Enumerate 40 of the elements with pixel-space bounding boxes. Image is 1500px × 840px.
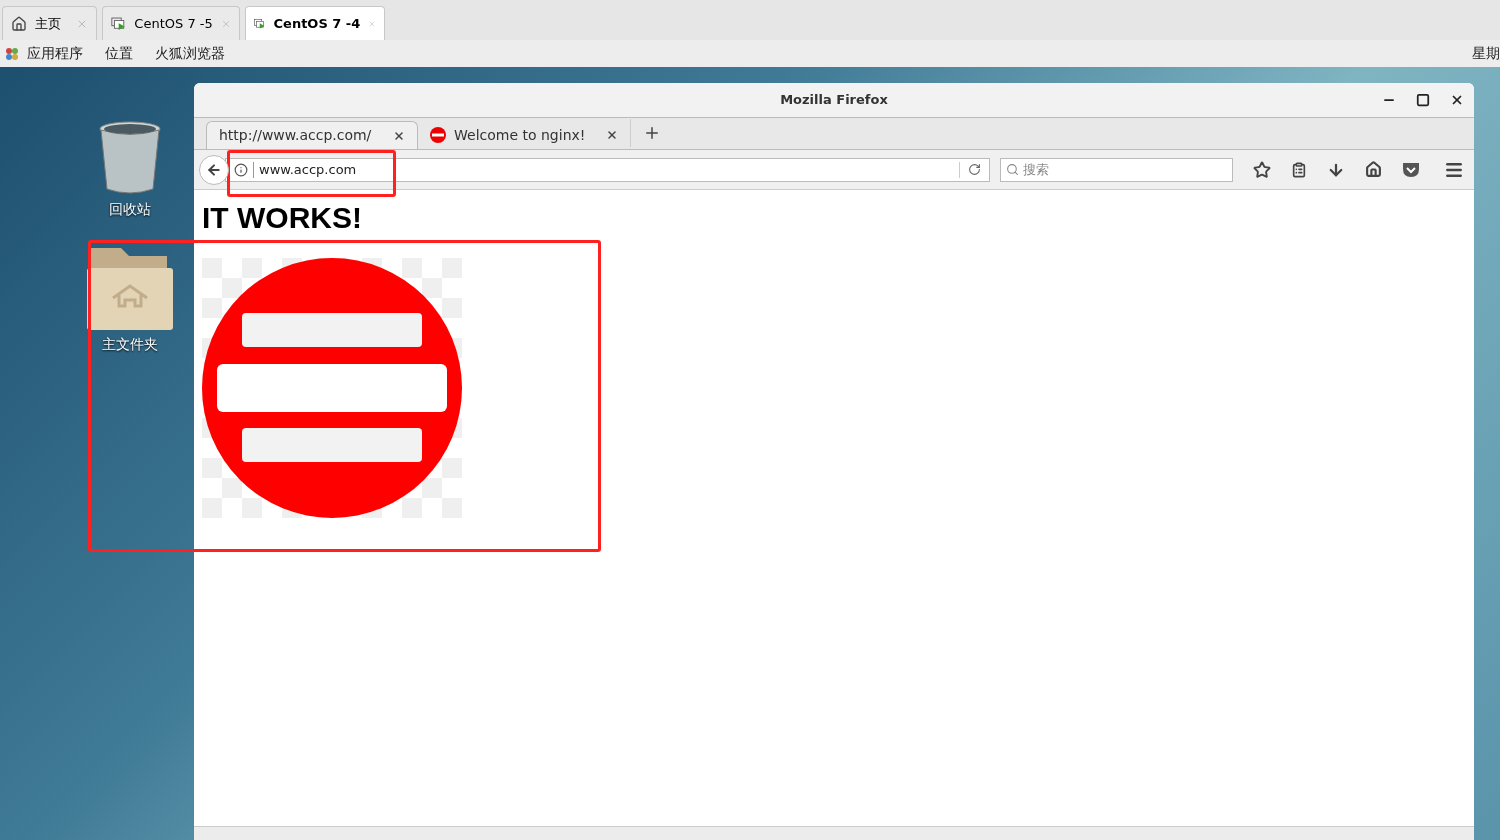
apps-icon: [5, 46, 19, 61]
window-title: Mozilla Firefox: [780, 91, 888, 110]
tab-label: http://www.accp.com/: [219, 126, 372, 145]
url-text: www.accp.com: [259, 160, 357, 179]
tab-label: CentOS 7 -5: [134, 14, 213, 33]
close-icon[interactable]: [1450, 93, 1464, 107]
shield-icon[interactable]: [1402, 161, 1420, 178]
desktop-icon-label: 主文件夹: [102, 335, 158, 354]
close-tab-icon[interactable]: [393, 129, 405, 142]
search-input[interactable]: 搜索: [1023, 159, 1227, 180]
address-field[interactable]: www.accp.com: [225, 157, 990, 182]
reload-icon[interactable]: [968, 163, 981, 176]
vm-tab[interactable]: CentOS 7 -5: [102, 6, 240, 40]
clock: 星期: [1472, 44, 1500, 63]
tab-label: CentOS 7 -4: [273, 14, 361, 33]
page-heading: IT WORKS!: [202, 202, 363, 234]
vm-tab[interactable]: CentOS 7 -4: [245, 6, 385, 40]
bookmark-star-icon[interactable]: [1253, 160, 1271, 179]
home-icon: [11, 15, 27, 32]
vm-icon: [111, 15, 127, 32]
home-folder-icon[interactable]: [87, 246, 173, 330]
browser-tab[interactable]: Welcome to nginx!: [418, 121, 630, 149]
menu-item[interactable]: 位置: [105, 43, 133, 64]
tab-label: 主页: [35, 14, 61, 33]
tab-label: Welcome to nginx!: [454, 125, 586, 145]
close-tab-icon[interactable]: [606, 129, 618, 141]
desktop-icon-label: 回收站: [109, 200, 151, 219]
maximize-icon[interactable]: [1416, 93, 1430, 107]
new-tab-icon[interactable]: [643, 124, 661, 142]
search-field[interactable]: 搜索: [1000, 157, 1233, 182]
menu-item[interactable]: 应用程序: [27, 43, 83, 64]
home-icon[interactable]: [1365, 161, 1382, 178]
info-icon[interactable]: [234, 162, 248, 177]
vm-tab[interactable]: 主页: [2, 6, 97, 40]
clipboard-icon[interactable]: [1291, 161, 1307, 178]
search-icon: [1006, 163, 1019, 176]
back-button[interactable]: [199, 154, 229, 185]
trash-icon[interactable]: [98, 121, 162, 195]
menu-item[interactable]: 火狐浏览器: [155, 43, 225, 64]
browser-tab[interactable]: http://www.accp.com/: [206, 121, 418, 149]
